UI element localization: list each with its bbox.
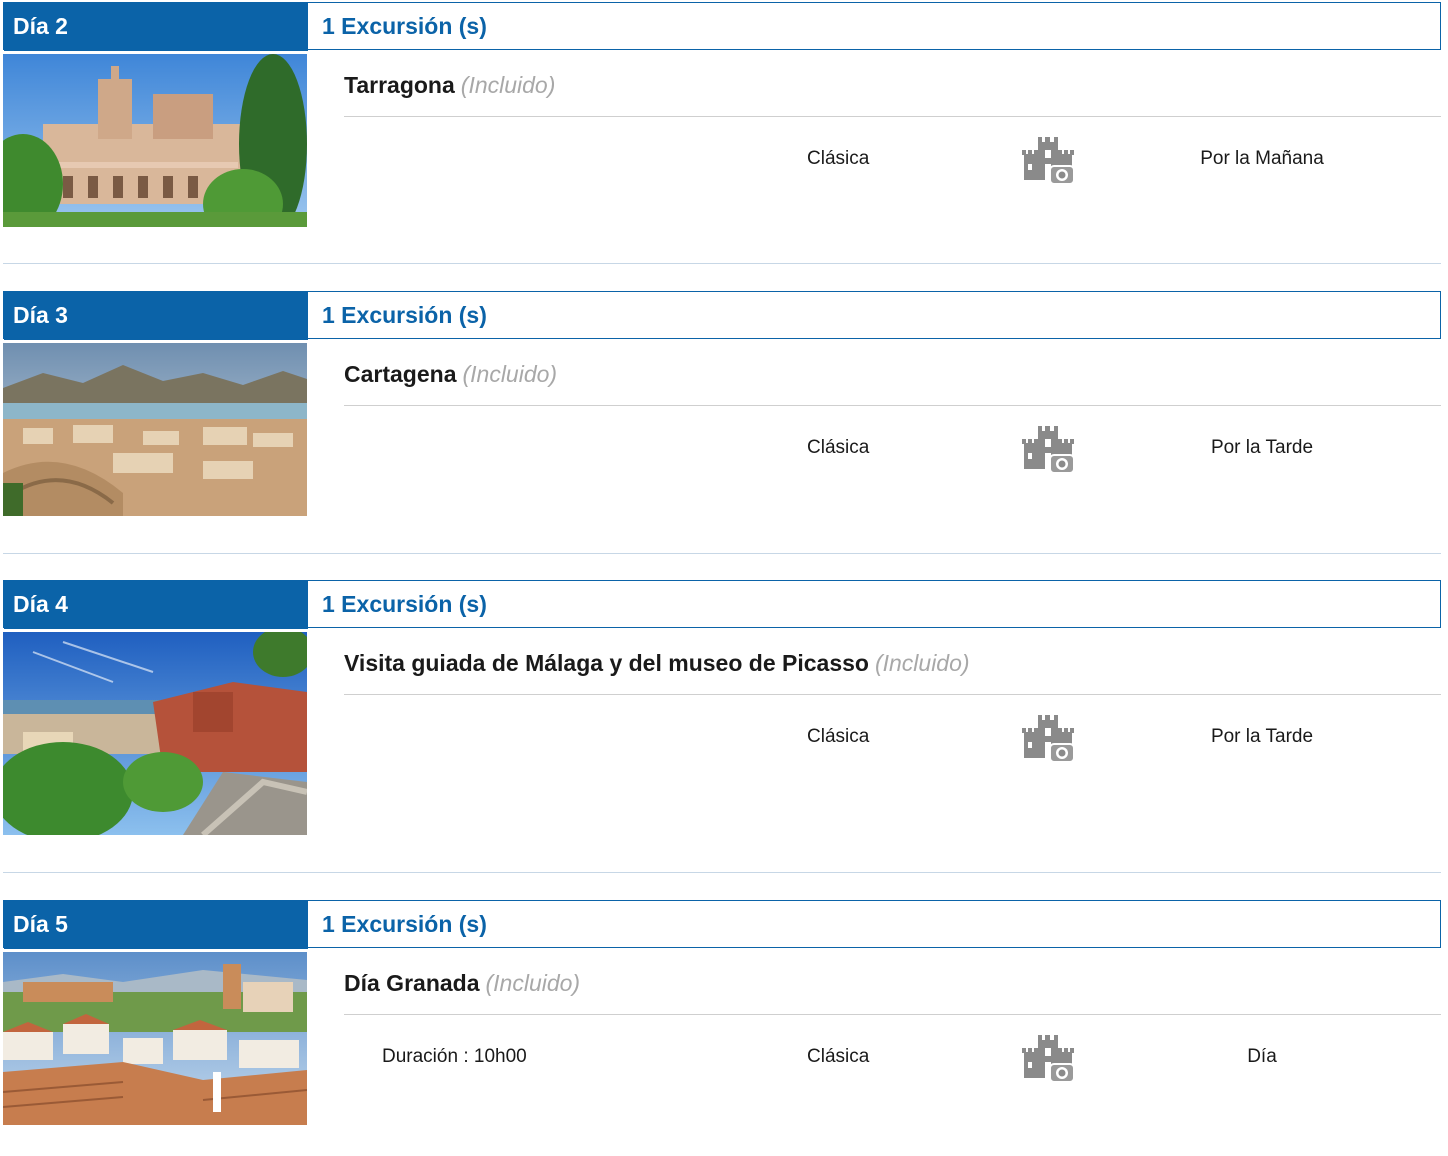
day-header[interactable]: Día 3 1 Excursión (s) xyxy=(3,291,1441,340)
time-of-day-label: Por la Tarde xyxy=(1210,437,1314,458)
day-divider xyxy=(3,263,1441,264)
castle-camera-icon xyxy=(1022,1035,1075,1083)
excursion-name: Tarragona xyxy=(344,72,455,98)
included-label: (Incluido) xyxy=(462,361,558,387)
included-label: (Incluido) xyxy=(874,650,970,676)
separator xyxy=(344,116,1441,117)
malaga-view-photo xyxy=(3,632,307,835)
castle-camera-icon xyxy=(1022,137,1075,185)
day-divider xyxy=(3,553,1441,554)
day-label: Día 3 xyxy=(4,292,308,340)
day-label: Día 2 xyxy=(4,3,308,51)
time-of-day-label: Por la Tarde xyxy=(1210,726,1314,747)
category-label: Clásica xyxy=(807,1046,870,1067)
day-label: Día 5 xyxy=(4,901,308,949)
cartagena-harbor-photo xyxy=(3,343,307,516)
tarragona-cathedral-photo xyxy=(3,54,307,227)
day-header[interactable]: Día 5 1 Excursión (s) xyxy=(3,900,1441,949)
separator xyxy=(344,1014,1441,1015)
time-of-day-label: Por la Mañana xyxy=(1200,148,1324,169)
excursion-name: Visita guiada de Málaga y del museo de P… xyxy=(344,650,869,676)
included-label: (Incluido) xyxy=(485,970,581,996)
excursion-title[interactable]: Tarragona (Incluido) xyxy=(344,72,555,99)
excursion-count: 1 Excursión (s) xyxy=(322,911,487,937)
granada-rooftops-photo xyxy=(3,952,307,1125)
time-of-day-label: Día xyxy=(1247,1046,1277,1067)
excursion-count: 1 Excursión (s) xyxy=(322,13,487,39)
separator xyxy=(344,405,1441,406)
day-header[interactable]: Día 2 1 Excursión (s) xyxy=(3,2,1441,51)
castle-camera-icon xyxy=(1022,715,1075,763)
duration-label: Duración : 10h00 xyxy=(382,1046,527,1067)
day-label: Día 4 xyxy=(4,581,308,629)
category-label: Clásica xyxy=(807,726,870,747)
category-label: Clásica xyxy=(807,437,870,458)
excursion-title[interactable]: Visita guiada de Málaga y del museo de P… xyxy=(344,650,970,677)
excursion-title[interactable]: Día Granada (Incluido) xyxy=(344,970,580,997)
castle-camera-icon xyxy=(1022,426,1075,474)
excursion-name: Cartagena xyxy=(344,361,457,387)
excursion-count: 1 Excursión (s) xyxy=(322,302,487,328)
separator xyxy=(344,694,1441,695)
category-label: Clásica xyxy=(807,148,870,169)
included-label: (Incluido) xyxy=(460,72,556,98)
excursion-count: 1 Excursión (s) xyxy=(322,591,487,617)
day-divider xyxy=(3,872,1441,873)
excursion-title[interactable]: Cartagena (Incluido) xyxy=(344,361,557,388)
day-header[interactable]: Día 4 1 Excursión (s) xyxy=(3,580,1441,629)
excursion-name: Día Granada xyxy=(344,970,480,996)
